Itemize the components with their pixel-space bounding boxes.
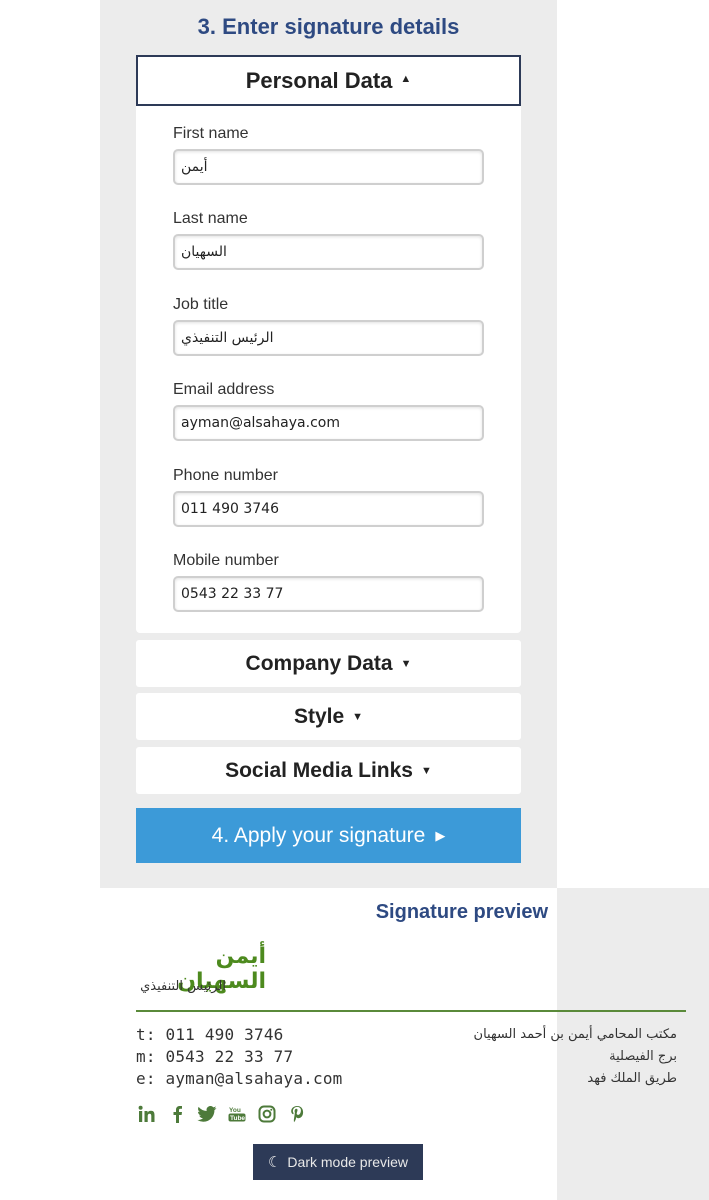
phone-group: Phone number 011 490 3746 [173,465,485,527]
phone-label: Phone number [173,467,278,484]
apply-signature-button[interactable]: 4. Apply your signature ▶ [136,808,521,863]
instagram-icon[interactable] [256,1103,277,1125]
job-title-label: Job title [173,296,229,313]
youtube-icon[interactable]: You Tube [226,1103,247,1125]
first-name-input[interactable]: أيمن [173,149,484,185]
signature-email[interactable]: e: ayman@alsahaya.com [136,1069,416,1088]
signature-phone: t: 011 490 3746 [136,1025,284,1044]
personal-data-panel: First name أيمن Last name السهيان Job ti… [136,106,521,633]
job-title-input[interactable]: الرئيس التنفيذي [173,320,484,356]
dark-mode-label: Dark mode preview [287,1154,409,1170]
email-label: Email address [173,381,275,398]
preview-title: Signature preview [375,901,548,923]
mobile-group: Mobile number 0543 22 33 77 [173,550,485,612]
twitter-icon[interactable] [196,1103,217,1125]
dark-mode-preview-button[interactable]: ☾ Dark mode preview [253,1144,423,1180]
apply-signature-label: 4. Apply your signature [211,823,426,847]
style-label: Style [293,704,345,728]
signature-job-title: الرئيس التنفيذي [140,979,226,994]
email-group: Email address ayman@alsahaya.com [173,379,485,441]
moon-icon: ☾ [267,1154,282,1171]
pinterest-icon[interactable] [286,1103,307,1125]
signature-address-line-3: طريق الملك فهد [587,1071,677,1086]
signature-divider [136,1010,686,1012]
first-name-label: First name [173,125,249,142]
facebook-icon[interactable] [166,1103,187,1125]
phone-input[interactable]: 011 490 3746 [173,491,484,527]
last-name-label: Last name [173,210,248,227]
social-links-toggle[interactable]: Social Media Links ▼ [136,747,521,794]
caret-down-icon: ▼ [421,764,432,777]
last-name-input[interactable]: السهيان [173,234,484,270]
signature-mobile: m: 0543 22 33 77 [136,1047,294,1066]
step3-title: 3. Enter signature details [197,14,460,39]
linkedin-icon[interactable] [136,1103,157,1125]
signature-address-line-2: برج الفيصلية [609,1049,677,1064]
caret-down-icon: ▼ [352,710,364,723]
social-icons: You Tube [136,1103,307,1125]
social-links-label: Social Media Links [225,758,413,782]
company-data-toggle[interactable]: Company Data ▼ [136,640,521,687]
first-name-group: First name أيمن [173,123,485,185]
caret-down-icon: ▼ [400,657,412,670]
style-toggle[interactable]: Style ▼ [136,693,521,740]
mobile-input[interactable]: 0543 22 33 77 [173,576,484,612]
caret-up-icon: ▲ [400,72,412,85]
last-name-group: Last name السهيان [173,208,485,270]
caret-right-icon: ▶ [435,827,446,843]
job-title-group: Job title الرئيس التنفيذي [173,294,485,356]
email-input[interactable]: ayman@alsahaya.com [173,405,484,441]
svg-text:Tube: Tube [230,1115,245,1122]
mobile-label: Mobile number [173,552,279,569]
svg-text:You: You [229,1107,241,1114]
company-data-label: Company Data [245,651,393,675]
personal-data-toggle[interactable]: Personal Data ▲ [136,55,521,106]
signature-address-line-1: مكتب المحامي أيمن بن أحمد السهيان [473,1027,677,1042]
personal-data-label: Personal Data [245,67,393,93]
side-background [557,888,709,1200]
